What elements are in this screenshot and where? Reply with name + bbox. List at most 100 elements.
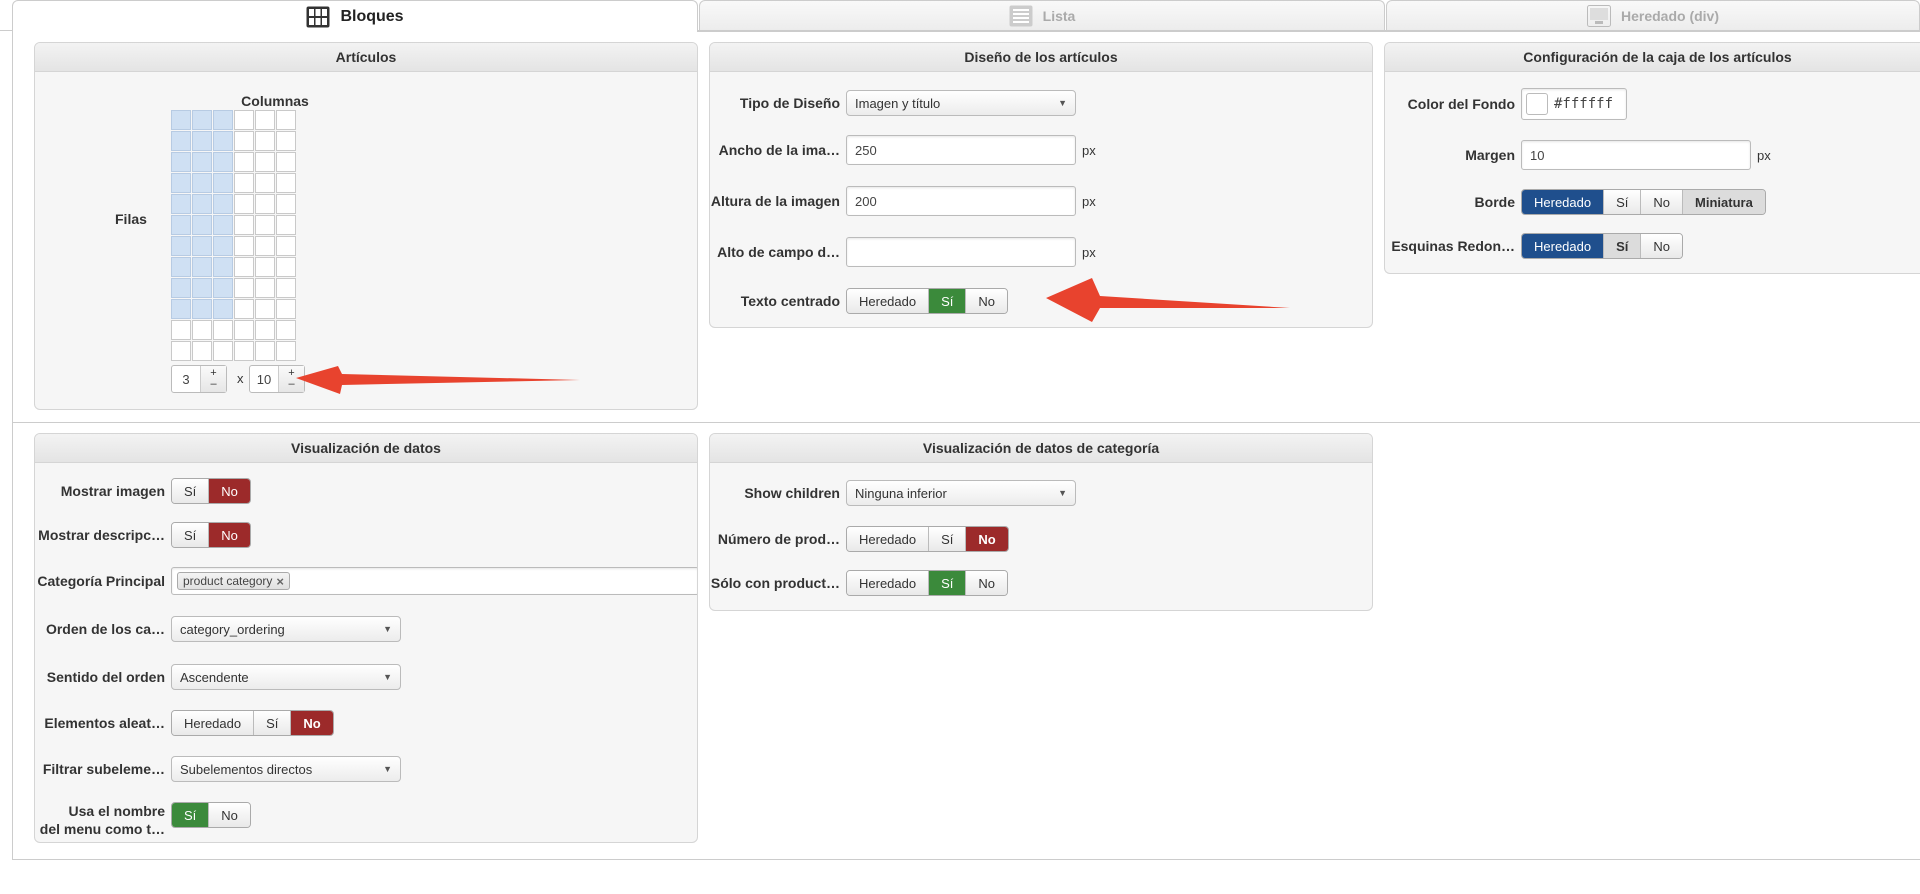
- grid-cell[interactable]: [171, 299, 191, 319]
- grid-cell[interactable]: [171, 131, 191, 151]
- grid-cell[interactable]: [255, 110, 275, 130]
- grid-cell[interactable]: [276, 152, 296, 172]
- grid-cell[interactable]: [234, 257, 254, 277]
- borde-si-button[interactable]: Sí: [1604, 190, 1642, 214]
- grid-cell[interactable]: [171, 257, 191, 277]
- aleat-heredado-button[interactable]: Heredado: [172, 711, 255, 735]
- minus-icon[interactable]: –: [210, 379, 216, 390]
- ancho-input[interactable]: 250: [846, 135, 1076, 165]
- borde-heredado-button[interactable]: Heredado: [1522, 190, 1605, 214]
- numero-heredado-button[interactable]: Heredado: [847, 527, 930, 551]
- grid-cell[interactable]: [171, 236, 191, 256]
- grid-cell[interactable]: [234, 236, 254, 256]
- esquinas-si-button[interactable]: Sí: [1604, 234, 1642, 258]
- grid-cell[interactable]: [255, 236, 275, 256]
- tipo-select[interactable]: Imagen y título ▼: [846, 90, 1076, 116]
- grid-cell[interactable]: [192, 278, 212, 298]
- grid-cell[interactable]: [192, 299, 212, 319]
- grid-cell[interactable]: [234, 320, 254, 340]
- aleat-si-button[interactable]: Sí: [254, 711, 292, 735]
- grid-cell[interactable]: [213, 110, 233, 130]
- grid-cell[interactable]: [192, 320, 212, 340]
- mostrar-desc-si-button[interactable]: Sí: [172, 523, 210, 547]
- grid-cell[interactable]: [192, 131, 212, 151]
- grid-cell[interactable]: [192, 194, 212, 214]
- grid-cell[interactable]: [255, 320, 275, 340]
- esquinas-toggle[interactable]: Heredado Sí No: [1521, 233, 1684, 259]
- grid-cell[interactable]: [276, 173, 296, 193]
- grid-cell[interactable]: [255, 173, 275, 193]
- sentido-select[interactable]: Ascendente ▼: [171, 664, 401, 690]
- esquinas-no-button[interactable]: No: [1641, 234, 1683, 258]
- grid-cell[interactable]: [192, 236, 212, 256]
- minus-icon[interactable]: –: [288, 379, 294, 390]
- grid-cell[interactable]: [255, 131, 275, 151]
- grid-cell[interactable]: [171, 194, 191, 214]
- color-picker[interactable]: #ffffff: [1521, 88, 1627, 120]
- numero-si-button[interactable]: Sí: [929, 527, 967, 551]
- aleat-no-button[interactable]: No: [291, 711, 333, 735]
- tab-lista[interactable]: Lista: [699, 0, 1385, 31]
- mostrar-imagen-toggle[interactable]: Sí No: [171, 478, 251, 504]
- rows-stepper[interactable]: 10 + –: [249, 365, 305, 393]
- grid-cell[interactable]: [171, 173, 191, 193]
- grid-cell[interactable]: [213, 173, 233, 193]
- grid-cell[interactable]: [171, 152, 191, 172]
- grid-cell[interactable]: [234, 278, 254, 298]
- filtrar-select[interactable]: Subelementos directos ▼: [171, 756, 401, 782]
- grid-cell[interactable]: [171, 215, 191, 235]
- mostrar-imagen-si-button[interactable]: Sí: [172, 479, 210, 503]
- grid-cell[interactable]: [276, 341, 296, 361]
- texto-no-button[interactable]: No: [966, 289, 1008, 313]
- grid-cell[interactable]: [234, 194, 254, 214]
- grid-cell[interactable]: [171, 341, 191, 361]
- orden-select[interactable]: category_ordering ▼: [171, 616, 401, 642]
- grid-cell[interactable]: [234, 152, 254, 172]
- children-select[interactable]: Ninguna inferior ▼: [846, 480, 1076, 506]
- grid-cell[interactable]: [255, 215, 275, 235]
- tab-heredado[interactable]: Heredado (div): [1386, 0, 1920, 31]
- alto-input[interactable]: [846, 237, 1076, 267]
- categoria-tag-input[interactable]: product category ×: [171, 567, 697, 595]
- grid-cell[interactable]: [255, 257, 275, 277]
- usa-nombre-si-button[interactable]: Sí: [172, 803, 210, 827]
- grid-cell[interactable]: [276, 278, 296, 298]
- altura-input[interactable]: 200: [846, 186, 1076, 216]
- usa-nombre-toggle[interactable]: Sí No: [171, 802, 251, 828]
- texto-toggle[interactable]: Heredado Sí No: [846, 288, 1009, 314]
- borde-toggle[interactable]: Heredado Sí No Miniatura: [1521, 189, 1766, 215]
- borde-miniatura-button[interactable]: Miniatura: [1683, 190, 1765, 214]
- grid-cell[interactable]: [234, 299, 254, 319]
- grid-cell[interactable]: [276, 299, 296, 319]
- columns-stepper-buttons[interactable]: + –: [200, 366, 226, 392]
- color-swatch[interactable]: [1526, 93, 1548, 115]
- grid-cell[interactable]: [255, 278, 275, 298]
- grid-cell[interactable]: [213, 320, 233, 340]
- grid-cell[interactable]: [213, 215, 233, 235]
- texto-si-button[interactable]: Sí: [929, 289, 967, 313]
- grid-cell[interactable]: [213, 152, 233, 172]
- grid-cell[interactable]: [255, 152, 275, 172]
- grid-cell[interactable]: [255, 194, 275, 214]
- grid-cell[interactable]: [276, 236, 296, 256]
- grid-cell[interactable]: [234, 215, 254, 235]
- solo-no-button[interactable]: No: [966, 571, 1008, 595]
- grid-cell[interactable]: [234, 131, 254, 151]
- grid-cell[interactable]: [234, 110, 254, 130]
- grid-cell[interactable]: [276, 320, 296, 340]
- grid-cell[interactable]: [171, 320, 191, 340]
- category-tag[interactable]: product category ×: [177, 572, 290, 590]
- aleat-toggle[interactable]: Heredado Sí No: [171, 710, 334, 736]
- grid-cell[interactable]: [276, 194, 296, 214]
- mostrar-desc-no-button[interactable]: No: [209, 523, 250, 547]
- grid-cell[interactable]: [213, 236, 233, 256]
- numero-toggle[interactable]: Heredado Sí No: [846, 526, 1009, 552]
- texto-heredado-button[interactable]: Heredado: [847, 289, 930, 313]
- grid-cell[interactable]: [213, 131, 233, 151]
- mostrar-desc-toggle[interactable]: Sí No: [171, 522, 251, 548]
- grid-cell[interactable]: [171, 278, 191, 298]
- solo-toggle[interactable]: Heredado Sí No: [846, 570, 1009, 596]
- layout-grid[interactable]: [171, 110, 296, 361]
- usa-nombre-no-button[interactable]: No: [209, 803, 250, 827]
- columns-stepper[interactable]: 3 + –: [171, 365, 227, 393]
